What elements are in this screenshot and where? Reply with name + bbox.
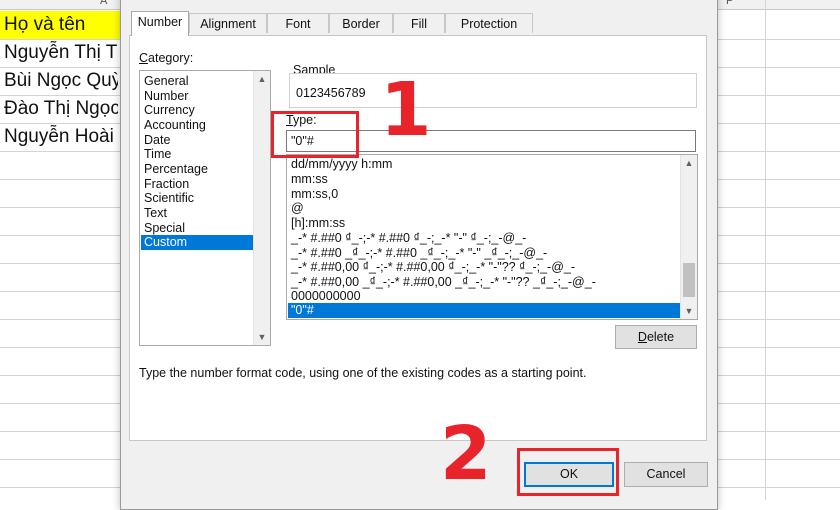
format-code-item[interactable]: _-* #.##0 ₫_-;-* #.##0 ₫_-;_-* "-" ₫_-;_… bbox=[291, 231, 526, 246]
category-item[interactable]: Percentage bbox=[144, 162, 208, 177]
tab-protection[interactable]: Protection bbox=[445, 13, 533, 33]
format-code-item[interactable]: mm:ss,0 bbox=[291, 187, 338, 202]
scroll-down-icon[interactable]: ▼ bbox=[681, 303, 697, 319]
format-code-item[interactable]: dd/mm/yyyy h:mm bbox=[291, 157, 392, 172]
step-1-label: 1 bbox=[380, 67, 432, 153]
format-code-item[interactable]: _-* #.##0,00 ₫_-;-* #.##0,00 ₫_-;_-* "-"… bbox=[291, 260, 575, 275]
scroll-up-icon[interactable]: ▲ bbox=[681, 155, 697, 171]
category-item[interactable]: Scientific bbox=[144, 191, 194, 206]
cell-name[interactable]: Bùi Ngọc Quỳ bbox=[4, 68, 118, 94]
format-code-listbox[interactable]: dd/mm/yyyy h:mm mm:ss mm:ss,0 @ [h]:mm:s… bbox=[286, 154, 698, 320]
column-header-p[interactable]: P bbox=[726, 0, 733, 7]
format-code-item-selected[interactable]: "0"# bbox=[288, 303, 681, 318]
format-code-item[interactable]: _-* #.##0 _₫_-;-* #.##0 _₫_-;_-* "-" _₫_… bbox=[291, 246, 547, 261]
category-item[interactable]: Currency bbox=[144, 103, 195, 118]
cell-name[interactable]: Nguyễn Hoài bbox=[4, 124, 118, 150]
ok-highlight-box bbox=[517, 448, 619, 496]
cell-name[interactable]: Đào Thị Ngọc bbox=[4, 96, 118, 122]
format-code-item[interactable]: _-* #.##0,00 _₫_-;-* #.##0,00 _₫_-;_-* "… bbox=[291, 275, 596, 290]
column-header-a[interactable]: A bbox=[100, 0, 107, 7]
category-item[interactable]: Date bbox=[144, 133, 170, 148]
grid-line bbox=[765, 0, 766, 500]
tab-number[interactable]: Number bbox=[131, 11, 189, 36]
category-item[interactable]: Special bbox=[144, 221, 185, 236]
category-label: Category: bbox=[139, 51, 194, 65]
format-code-item[interactable]: mm:ss bbox=[291, 172, 328, 187]
hint-text: Type the number format code, using one o… bbox=[139, 366, 587, 380]
scrollbar-thumb[interactable] bbox=[683, 263, 695, 297]
cell-name[interactable]: Nguyễn Thị Th bbox=[4, 40, 118, 66]
cancel-button[interactable]: Cancel bbox=[624, 462, 708, 487]
sample-value: 0123456789 bbox=[296, 86, 366, 100]
tab-fill[interactable]: Fill bbox=[393, 13, 445, 33]
sample-box: 0123456789 bbox=[289, 73, 697, 108]
scroll-down-icon[interactable]: ▼ bbox=[254, 329, 270, 345]
category-scrollbar[interactable]: ▲ ▼ bbox=[253, 71, 270, 345]
cell-name-header[interactable]: Họ và tên bbox=[4, 12, 118, 38]
category-listbox[interactable]: General Number Currency Accounting Date … bbox=[139, 70, 271, 346]
format-code-scrollbar[interactable]: ▲ ▼ bbox=[680, 155, 697, 319]
category-item[interactable]: Accounting bbox=[144, 118, 206, 133]
format-code-item[interactable]: @ bbox=[291, 201, 304, 216]
delete-button[interactable]: Delete bbox=[615, 325, 697, 349]
category-item[interactable]: Number bbox=[144, 89, 188, 104]
category-item-selected[interactable]: Custom bbox=[141, 235, 255, 250]
tab-border[interactable]: Border bbox=[329, 13, 393, 33]
type-highlight-box bbox=[271, 111, 359, 158]
tab-alignment[interactable]: Alignment bbox=[189, 13, 267, 33]
category-item[interactable]: General bbox=[144, 74, 188, 89]
step-2-label: 2 bbox=[440, 411, 492, 497]
tab-font[interactable]: Font bbox=[267, 13, 329, 33]
category-item[interactable]: Text bbox=[144, 206, 167, 221]
format-code-item[interactable]: 0000000000 bbox=[291, 289, 361, 304]
format-code-item[interactable]: [h]:mm:ss bbox=[291, 216, 345, 231]
category-item[interactable]: Fraction bbox=[144, 177, 189, 192]
scroll-up-icon[interactable]: ▲ bbox=[254, 71, 270, 87]
category-item[interactable]: Time bbox=[144, 147, 171, 162]
